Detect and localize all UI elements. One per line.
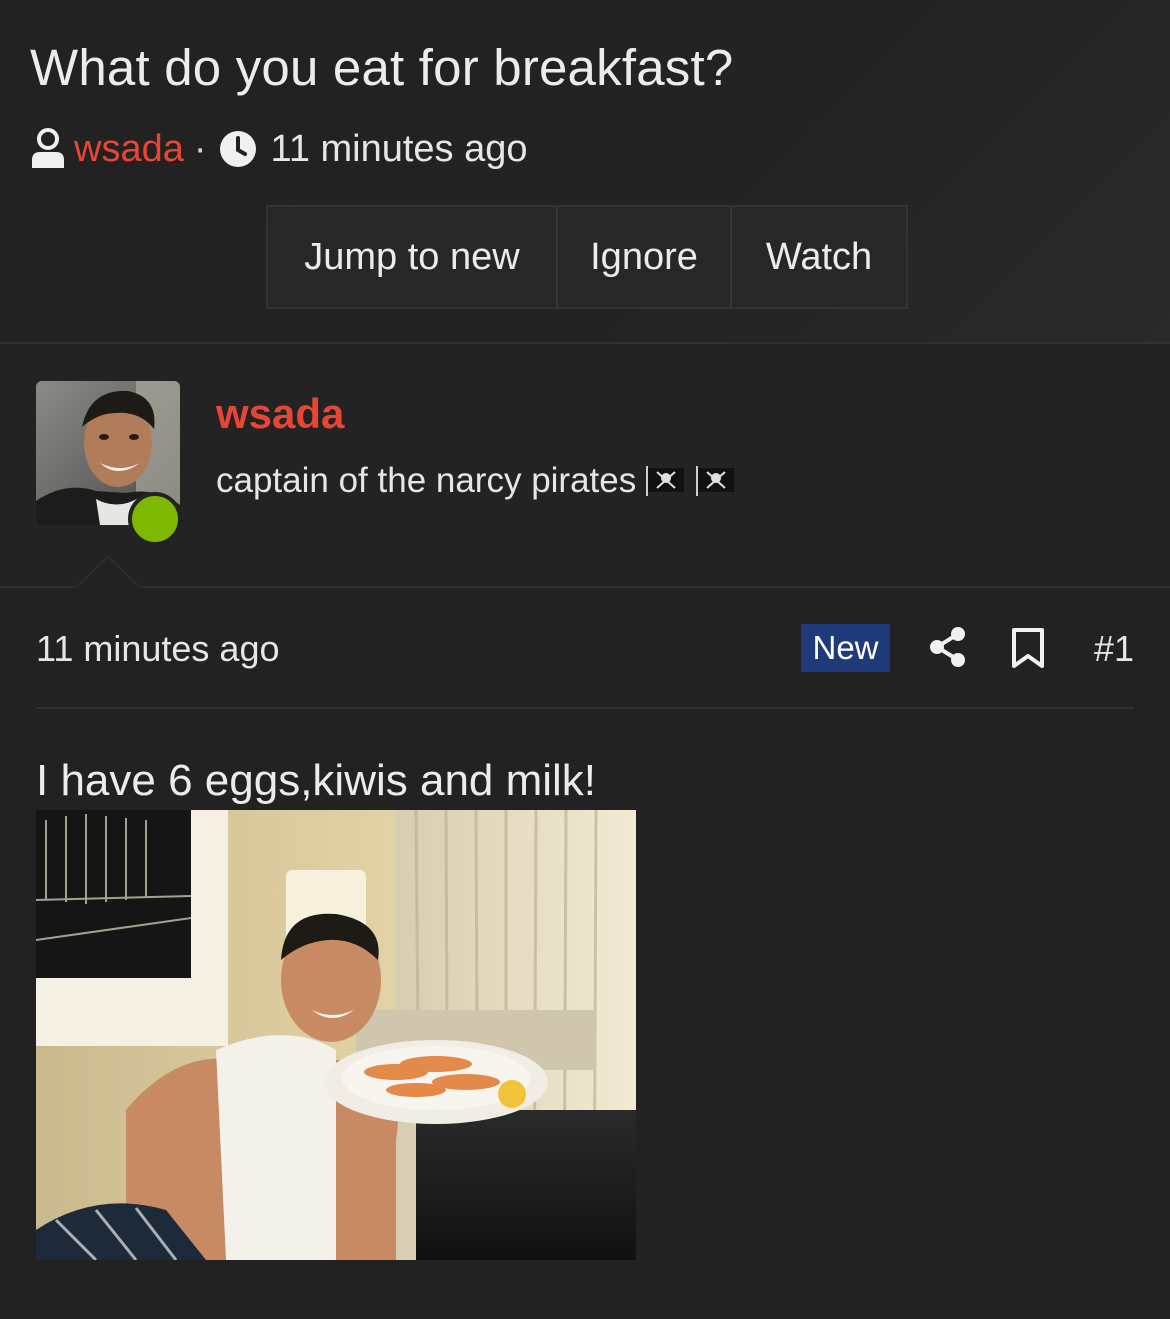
poster-title: captain of the narcy pirates (216, 461, 637, 500)
watch-button[interactable]: Watch (732, 207, 906, 307)
clock-icon (219, 131, 256, 167)
thread-actions: Jump to new Ignore Watch (266, 205, 908, 309)
thread-author-link[interactable]: wsada (74, 128, 184, 171)
pirate-flag-icon (646, 466, 685, 496)
new-badge: New (801, 624, 890, 672)
pirate-flag-icon (696, 466, 735, 496)
jump-to-new-button[interactable]: Jump to new (268, 207, 558, 307)
share-icon[interactable] (929, 626, 967, 668)
online-status-indicator (128, 492, 182, 546)
post-number-link[interactable]: #1 (1094, 628, 1134, 670)
thread-header: What do you eat for breakfast? wsada · 1… (0, 0, 1170, 344)
thread-title: What do you eat for breakfast? (30, 39, 734, 96)
post-pointer (74, 556, 142, 588)
poster-title-line: captain of the narcy pirates (216, 461, 736, 501)
bookmark-icon[interactable] (1011, 628, 1045, 668)
post-time[interactable]: 11 minutes ago (36, 628, 280, 670)
post-meta: 11 minutes ago New #1 (36, 620, 1134, 678)
post-divider (36, 707, 1134, 709)
breakfast-photo (36, 810, 636, 1260)
thread-time: 11 minutes ago (270, 127, 528, 170)
meta-separator: · (193, 127, 207, 170)
ignore-button[interactable]: Ignore (558, 207, 732, 307)
user-icon (32, 128, 64, 168)
poster-name[interactable]: wsada (216, 390, 344, 438)
thread-meta: wsada · 11 minutes ago (30, 124, 528, 174)
post-body: I have 6 eggs,kiwis and milk! (36, 756, 597, 805)
post-image[interactable] (36, 810, 636, 1260)
poster-card: wsada captain of the narcy pirates (0, 344, 1170, 588)
